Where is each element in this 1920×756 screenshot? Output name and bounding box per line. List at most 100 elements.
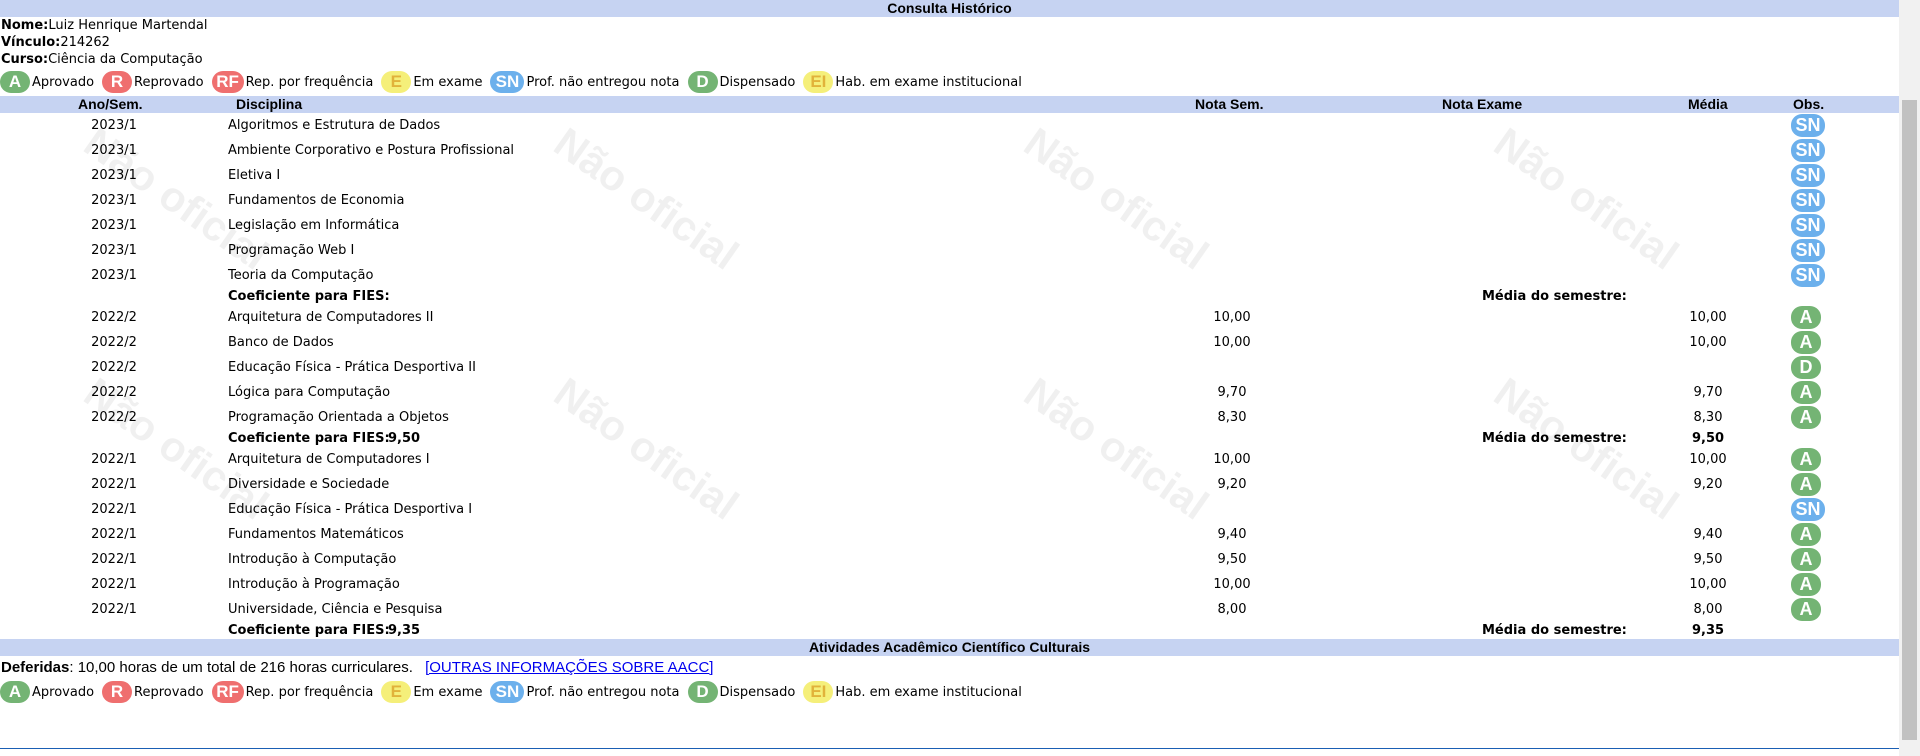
cell-ano-sem: 2022/1: [91, 527, 137, 542]
cell-ano-sem: 2022/1: [91, 577, 137, 592]
legend-item-r: R Reprovado: [102, 681, 204, 703]
status-badge-sn: SN: [1791, 189, 1825, 212]
cell-nota-sem: 8,00: [1217, 602, 1247, 617]
deferidas-text: : 10,00 horas de um total de 216 horas c…: [69, 659, 413, 676]
cell-media: 10,00: [1689, 452, 1727, 467]
aacc-info: Deferidas: 10,00 horas de um total de 21…: [0, 658, 1899, 678]
col-obs-header: Obs.: [1793, 96, 1825, 112]
media-semestre-value: 9,50: [1692, 431, 1725, 446]
legend-item-rf: RF Rep. por frequência: [211, 71, 374, 93]
table-row: 2022/2 Programação Orientada a Objetos 8,3…: [0, 405, 1899, 430]
curso-label: Curso:: [1, 52, 49, 67]
table-row: 2022/2 Arquitetura de Computadores II 10,0…: [0, 305, 1899, 330]
legend-item-ei: EI Hab. em exame institucional: [803, 71, 1022, 93]
aacc-info-link[interactable]: [OUTRAS INFORMAÇÕES SOBRE AACC]: [425, 659, 713, 676]
media-semestre-value: 9,35: [1692, 623, 1725, 638]
coef-fies-value: 9,35: [388, 623, 421, 638]
coef-fies-label: Coeficiente para FIES:: [228, 623, 390, 638]
name-label: Nome:: [1, 18, 49, 33]
table-header: Ano/Sem. Disciplina Nota Sem. Nota Exame…: [0, 96, 1899, 113]
status-badge-a: A: [0, 681, 30, 703]
table-row: 2023/1 Eletiva I SN: [0, 163, 1899, 188]
cell-media: 9,50: [1693, 552, 1723, 567]
cell-disciplina: Universidade, Ciência e Pesquisa: [228, 602, 443, 617]
cell-ano-sem: 2022/2: [91, 360, 137, 375]
cell-disciplina: Programação Web I: [228, 243, 355, 258]
col-nota-sem-header: Nota Sem.: [1195, 96, 1264, 112]
media-semestre-label: Média do semestre:: [1482, 431, 1627, 446]
scrollbar-thumb[interactable]: [1902, 100, 1917, 740]
status-badge-d: D: [687, 681, 718, 703]
legend-label: Rep. por frequência: [245, 74, 374, 90]
legend-label: Aprovado: [32, 74, 95, 90]
cell-disciplina: Ambiente Corporativo e Postura Profissio…: [228, 143, 515, 158]
status-badge-sn: SN: [1791, 114, 1825, 137]
legend-item-d: D Dispensado: [687, 71, 795, 93]
cell-media: 8,30: [1693, 410, 1723, 425]
table-row: 2022/1 Universidade, Ciência e Pesquisa 8,…: [0, 597, 1899, 622]
legend-bottom: A Aprovado R Reprovado RF Rep. por frequência…: [0, 678, 1899, 706]
student-vinculo-line: Vínculo:214262: [1, 34, 1899, 51]
cell-ano-sem: 2023/1: [91, 168, 137, 183]
cell-ano-sem: 2022/1: [91, 477, 137, 492]
cell-nota-sem: 9,20: [1217, 477, 1247, 492]
cell-nota-sem: 9,70: [1217, 385, 1247, 400]
cell-disciplina: Arquitetura de Computadores II: [228, 310, 434, 325]
cell-ano-sem: 2023/1: [91, 243, 137, 258]
status-badge-sn: SN: [1791, 498, 1825, 521]
student-name-line: Nome:Luiz Henrique Martendal: [1, 17, 1899, 34]
student-vinculo: 214262: [60, 35, 110, 50]
cell-media: 9,40: [1693, 527, 1723, 542]
status-badge-a: A: [1791, 448, 1821, 471]
legend-label: Dispensado: [719, 684, 796, 700]
status-badge-rf: RF: [211, 71, 244, 93]
page-title: Consulta Histórico: [0, 0, 1899, 17]
legend-label: Em exame: [413, 684, 483, 700]
table-row: 2023/1 Algoritmos e Estrutura de Dados SN: [0, 113, 1899, 138]
cell-ano-sem: 2022/2: [91, 310, 137, 325]
semester-summary-row: Coeficiente para FIES: 9,50 Média do semes…: [0, 430, 1899, 447]
student-curso-line: Curso:Ciência da Computação: [1, 51, 1899, 68]
cell-ano-sem: 2023/1: [91, 193, 137, 208]
legend-top: A Aprovado R Reprovado RF Rep. por frequência…: [0, 68, 1899, 96]
cell-disciplina: Teoria da Computação: [228, 268, 374, 283]
status-badge-a: A: [1791, 523, 1821, 546]
cell-media: 10,00: [1689, 577, 1727, 592]
cell-nota-sem: 8,30: [1217, 410, 1247, 425]
cell-media: 9,20: [1693, 477, 1723, 492]
cell-ano-sem: 2022/1: [91, 452, 137, 467]
cell-disciplina: Arquitetura de Computadores I: [228, 452, 430, 467]
legend-label: Prof. não entregou nota: [526, 684, 680, 700]
status-badge-sn: SN: [1791, 164, 1825, 187]
coef-fies-value: 9,50: [388, 431, 421, 446]
cell-media: 10,00: [1689, 310, 1727, 325]
cell-disciplina: Fundamentos de Economia: [228, 193, 405, 208]
cell-disciplina: Eletiva I: [228, 168, 281, 183]
cell-media: 8,00: [1693, 602, 1723, 617]
table-row: 2023/1 Programação Web I SN: [0, 238, 1899, 263]
cell-ano-sem: 2022/2: [91, 410, 137, 425]
status-badge-sn: SN: [490, 71, 525, 93]
legend-label: Rep. por frequência: [245, 684, 374, 700]
cell-nota-sem: 9,40: [1217, 527, 1247, 542]
cell-nota-sem: 10,00: [1213, 577, 1251, 592]
table-row: 2022/2 Lógica para Computação 9,70 9,70 A: [0, 380, 1899, 405]
status-badge-r: R: [102, 71, 133, 93]
vinculo-label: Vínculo:: [1, 35, 61, 50]
status-badge-sn: SN: [1791, 139, 1825, 162]
media-semestre-label: Média do semestre:: [1482, 623, 1627, 638]
cell-nota-sem: 10,00: [1213, 310, 1251, 325]
legend-item-rf: RF Rep. por frequência: [211, 681, 374, 703]
cell-disciplina: Fundamentos Matemáticos: [228, 527, 404, 542]
status-badge-ei: EI: [803, 681, 834, 703]
status-badge-e: E: [381, 71, 412, 93]
cell-disciplina: Diversidade e Sociedade: [228, 477, 390, 492]
table-row: 2023/1 Fundamentos de Economia SN: [0, 188, 1899, 213]
table-row: 2022/1 Introdução à Computação 9,50 9,50 A: [0, 547, 1899, 572]
table-row: 2022/1 Fundamentos Matemáticos 9,40 9,40 A: [0, 522, 1899, 547]
cell-ano-sem: 2023/1: [91, 268, 137, 283]
legend-label: Hab. em exame institucional: [835, 74, 1022, 90]
vertical-scrollbar[interactable]: [1899, 0, 1920, 756]
cell-disciplina: Educação Física - Prática Desportiva II: [228, 360, 476, 375]
bottom-divider: [0, 748, 1899, 749]
